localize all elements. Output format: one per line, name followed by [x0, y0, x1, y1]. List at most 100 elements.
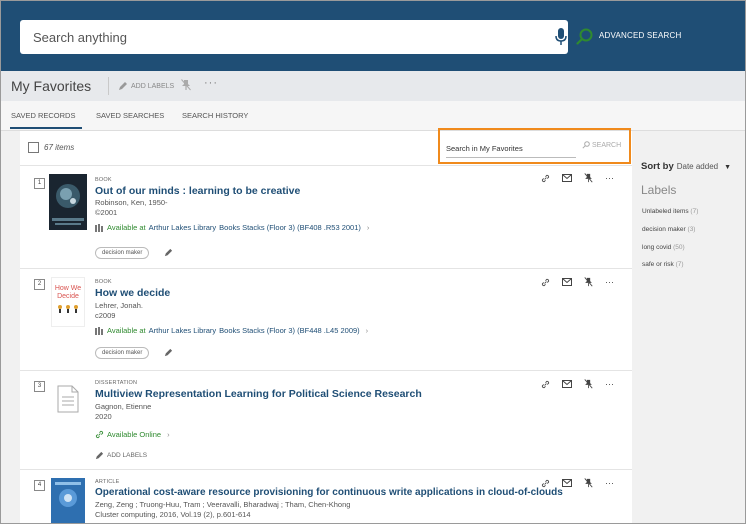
- items-count: 67 items: [44, 143, 75, 152]
- record-title[interactable]: Multiview Representation Learning for Po…: [95, 388, 422, 400]
- email-icon[interactable]: [562, 174, 572, 182]
- book-cover-image[interactable]: How We Decide: [51, 277, 85, 327]
- tab-search-history[interactable]: SEARCH HISTORY: [182, 111, 248, 120]
- favorites-search-button[interactable]: SEARCH: [582, 141, 621, 149]
- shelf-location: Books Stacks (Floor 3) (BF408 .R53 2001): [219, 223, 361, 232]
- record-number[interactable]: 2: [34, 279, 45, 290]
- availability-link[interactable]: Available Online ›: [95, 430, 170, 439]
- record-number[interactable]: 3: [34, 381, 45, 392]
- label-count: (3): [687, 226, 696, 233]
- caret-down-icon: ▼: [724, 164, 732, 171]
- shelf-location: Books Stacks (Floor 3) (BF448 .L45 2009): [219, 326, 360, 335]
- sort-by-value: Date added: [676, 162, 719, 171]
- record-actions: ···: [541, 173, 614, 183]
- app-frame: ADVANCED SEARCH My Favorites ADD LABELS …: [0, 0, 746, 524]
- link-icon[interactable]: [541, 278, 550, 287]
- more-options-icon[interactable]: ···: [605, 277, 614, 287]
- label-count: (7): [675, 261, 684, 268]
- favorites-search-input[interactable]: [446, 141, 576, 155]
- unpin-icon[interactable]: [584, 379, 593, 389]
- more-options-icon[interactable]: ···: [605, 173, 614, 183]
- link-icon[interactable]: [541, 479, 550, 488]
- chevron-right-icon: ›: [167, 430, 170, 439]
- link-icon[interactable]: [541, 174, 550, 183]
- more-options-icon[interactable]: ···: [204, 77, 218, 89]
- chevron-right-icon: ›: [365, 326, 369, 335]
- record-date: ©2001: [95, 208, 118, 217]
- add-labels-label: ADD LABELS: [131, 82, 175, 90]
- library-name: Arthur Lakes Library: [148, 326, 217, 335]
- add-labels-header-button[interactable]: ADD LABELS: [118, 81, 174, 91]
- label-name: safe or risk: [642, 261, 674, 268]
- tab-saved-records[interactable]: SAVED RECORDS: [11, 111, 75, 120]
- record-type: BOOK: [95, 177, 112, 183]
- tab-saved-searches[interactable]: SAVED SEARCHES: [96, 111, 164, 120]
- page-title: My Favorites: [11, 78, 92, 94]
- record-date: 2020: [95, 412, 112, 421]
- unpin-icon[interactable]: [584, 478, 593, 488]
- document-icon[interactable]: [57, 385, 79, 413]
- availability-link[interactable]: Available at Arthur Lakes Library Books …: [95, 223, 369, 232]
- record-type: BOOK: [95, 279, 112, 285]
- search-icon[interactable]: [576, 28, 594, 46]
- add-labels-button[interactable]: ADD LABELS: [95, 451, 147, 460]
- pencil-icon: [119, 82, 127, 90]
- label-filter-decision-maker[interactable]: decision maker (3): [642, 226, 695, 233]
- more-options-icon[interactable]: ···: [605, 379, 614, 389]
- sort-by-dropdown[interactable]: Sort by Date added ▼: [641, 161, 731, 172]
- add-labels-label: ADD LABELS: [107, 452, 148, 459]
- unpin-icon[interactable]: [584, 277, 593, 287]
- record-actions: ···: [541, 478, 614, 488]
- input-underline: [446, 157, 576, 158]
- more-options-icon[interactable]: ···: [605, 478, 614, 488]
- record-date: c2009: [95, 311, 116, 320]
- book-stacks-icon: [95, 223, 103, 232]
- label-filter-long-covid[interactable]: long covid (50): [642, 244, 685, 251]
- edit-labels-icon[interactable]: [164, 348, 173, 357]
- unpin-icon[interactable]: [584, 173, 593, 183]
- email-icon[interactable]: [562, 380, 572, 388]
- library-name: Arthur Lakes Library: [148, 223, 217, 232]
- advanced-search-link[interactable]: ADVANCED SEARCH: [599, 31, 681, 40]
- book-cover-image[interactable]: [49, 174, 87, 230]
- record-actions: ···: [541, 379, 614, 389]
- search-input[interactable]: [20, 20, 510, 54]
- record-number[interactable]: 4: [34, 480, 45, 491]
- unpin-icon[interactable]: [181, 79, 191, 91]
- favorites-header: [1, 71, 745, 101]
- label-filter-safe-or-risk[interactable]: safe or risk (7): [642, 261, 684, 268]
- microphone-icon[interactable]: [554, 28, 568, 46]
- label-name: decision maker: [642, 226, 686, 233]
- email-icon[interactable]: [562, 278, 572, 286]
- link-icon[interactable]: [541, 380, 550, 389]
- edit-labels-icon[interactable]: [164, 248, 173, 257]
- availability-status: Available at: [107, 326, 146, 335]
- label-filter-unlabeled[interactable]: Unlabeled items (7): [642, 208, 698, 215]
- divider: [108, 77, 109, 95]
- record-type: ARTICLE: [95, 479, 120, 485]
- label-name: long covid: [642, 244, 672, 251]
- record-author: Lehrer, Jonah.: [95, 301, 143, 310]
- record-title[interactable]: Out of our minds : learning to be creati…: [95, 185, 300, 197]
- label-count: (50): [673, 244, 685, 251]
- label-count: (7): [690, 208, 699, 215]
- label-chip[interactable]: decision maker: [95, 247, 150, 259]
- select-all-checkbox[interactable]: [28, 142, 39, 153]
- availability-status: Available Online: [107, 430, 162, 439]
- search-icon: [582, 141, 590, 149]
- link-icon: [95, 430, 104, 439]
- search-box: [20, 20, 593, 54]
- record-number[interactable]: 1: [34, 178, 45, 189]
- article-cover-image[interactable]: [51, 478, 85, 524]
- label-chip[interactable]: decision maker: [95, 347, 150, 359]
- labels-heading: Labels: [641, 183, 677, 197]
- top-search-bar: ADVANCED SEARCH: [1, 1, 745, 71]
- record-date: Cluster computing, 2016, Vol.19 (2), p.6…: [95, 510, 251, 519]
- record-title[interactable]: Operational cost-aware resource provisio…: [95, 487, 563, 498]
- email-icon[interactable]: [562, 479, 572, 487]
- cover-title-line: How We: [54, 285, 82, 292]
- availability-link[interactable]: Available at Arthur Lakes Library Books …: [95, 326, 368, 335]
- record-title[interactable]: How we decide: [95, 287, 170, 299]
- availability-status: Available at: [107, 223, 146, 232]
- record-author: Zeng, Zeng ; Truong-Huu, Tram ; Veeraval…: [95, 500, 351, 509]
